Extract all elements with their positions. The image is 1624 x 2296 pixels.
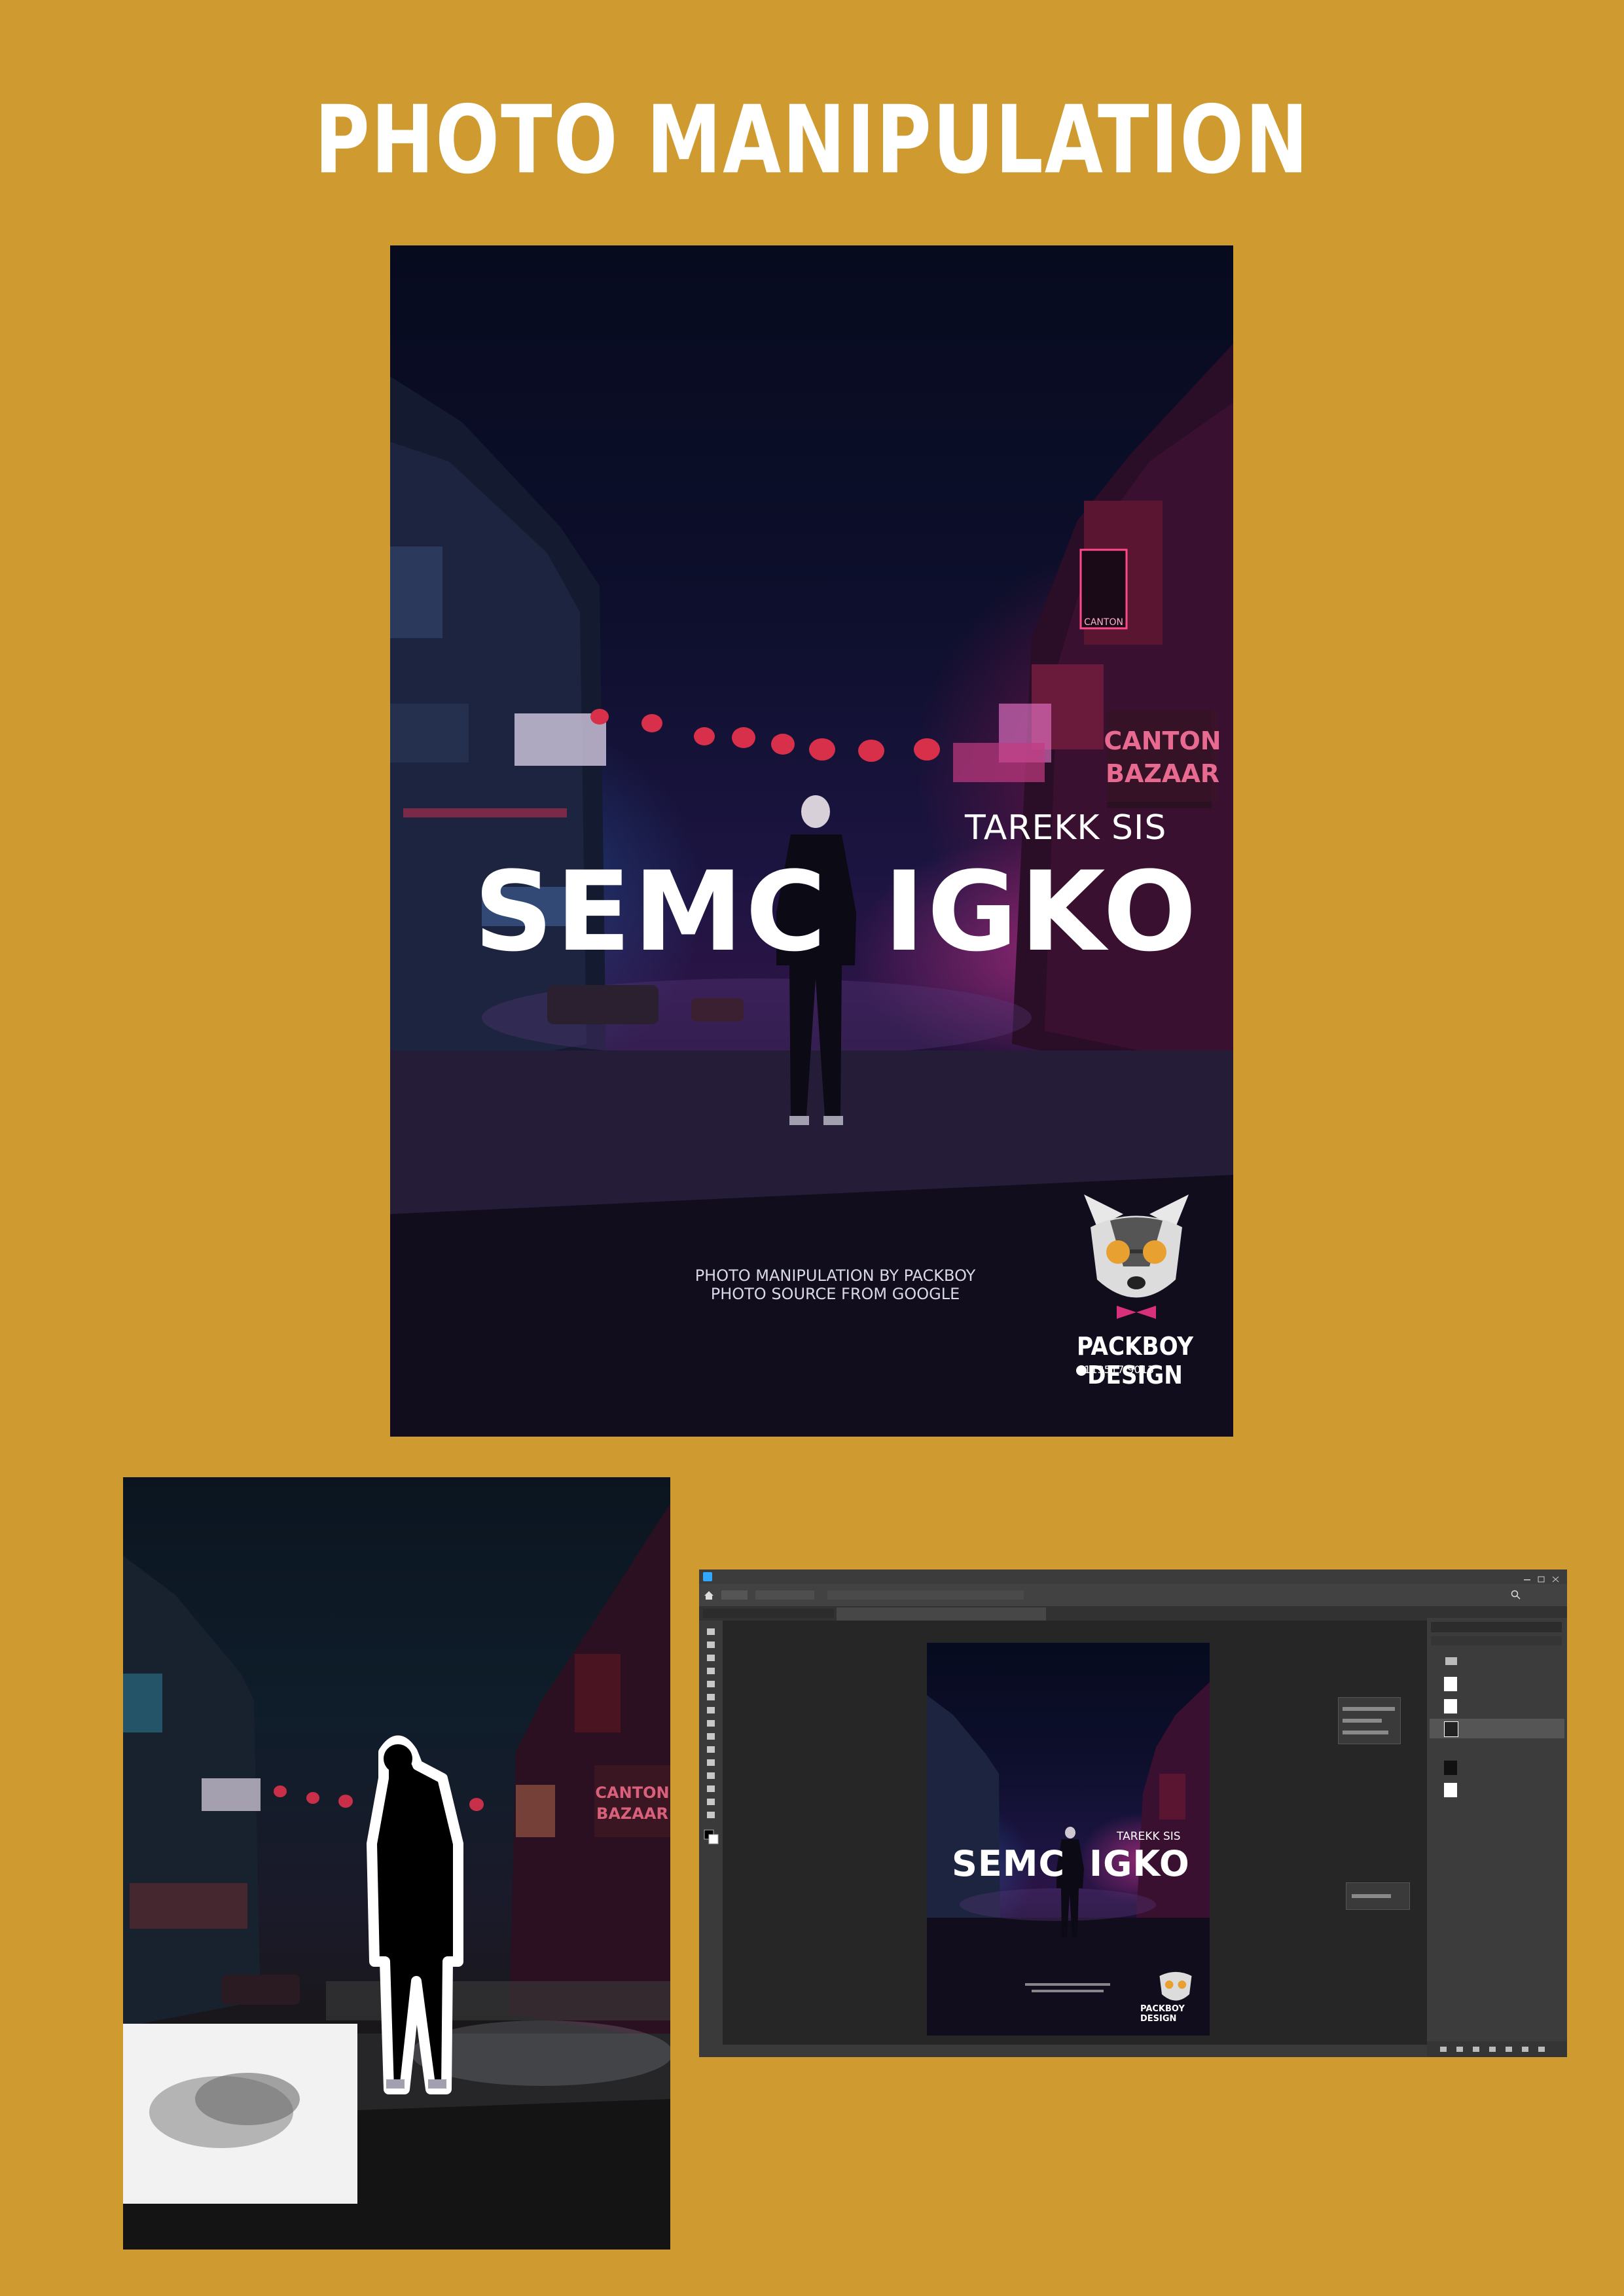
poster-title-left: SEMC [474, 848, 829, 976]
bazaar-sign: BAZAAR [1106, 759, 1219, 788]
poster-brand: PACKBOY DESIGN [1076, 1332, 1194, 1390]
ps-options-bar [699, 1584, 1567, 1606]
layer-row-1[interactable] [1430, 1674, 1564, 1694]
ps-layers-panel [1427, 1606, 1567, 2057]
poster-phone: 0113517 9013 [1077, 1363, 1155, 1376]
ps-glyph-panel[interactable] [1346, 1882, 1410, 1910]
layer-row-3[interactable] [1430, 1758, 1564, 1778]
tool-options[interactable] [827, 1590, 1024, 1600]
process-canton-sign: CANTON [595, 1784, 669, 1802]
ps-app-icon [703, 1572, 712, 1581]
layer-actions-bar[interactable] [1427, 2041, 1567, 2057]
layer-thumbnail [1444, 1761, 1457, 1775]
tab-inactive[interactable] [703, 1609, 834, 1618]
layer-row-group[interactable] [1430, 1652, 1564, 1672]
page-title: PHOTO MANIPULATION [314, 86, 1310, 195]
layer-filter-bar[interactable] [1431, 1622, 1562, 1632]
layer-blend-opacity[interactable] [1431, 1636, 1562, 1645]
panel-row-3[interactable] [1343, 1731, 1388, 1734]
panel-row-4[interactable] [1352, 1894, 1391, 1898]
folder-icon [1445, 1657, 1457, 1665]
layer-thumbnail [1444, 1677, 1457, 1691]
window-controls-icon[interactable] [1523, 1573, 1562, 1583]
panel-row-1[interactable] [1343, 1707, 1395, 1711]
layer-row-background[interactable] [1430, 1780, 1564, 1800]
poster-author: TAREKK SIS [965, 808, 1167, 848]
search-icon[interactable] [1511, 1590, 1521, 1600]
tools-icon[interactable] [699, 1621, 723, 2045]
ps-toolbar [699, 1621, 723, 2045]
ps-menubar [699, 1570, 1567, 1584]
layer-thumbnail [1444, 1699, 1457, 1713]
ps-document-canvas[interactable]: TAREKK SIS SEMC IGKO PACKBOY DESIGN [927, 1643, 1210, 2036]
home-icon[interactable] [703, 1589, 715, 1601]
photoshop-screenshot: TAREKK SIS SEMC IGKO PACKBOY DESIGN [699, 1570, 1567, 2057]
layer-row-selected[interactable] [1430, 1719, 1564, 1738]
canton-sign: CANTON [1104, 726, 1221, 755]
process-person-cutout [367, 1735, 463, 2094]
poster-credit-line-2: PHOTO SOURCE FROM GOOGLE [710, 1285, 960, 1303]
poster-credit-line-1: PHOTO MANIPULATION BY PACKBOY [695, 1266, 976, 1285]
ps-doc-author: TAREKK SIS [1117, 1830, 1181, 1843]
process-bazaar-sign: BAZAAR [596, 1804, 668, 1823]
layer-thumbnail [1444, 1783, 1457, 1797]
ps-properties-panel[interactable] [1338, 1697, 1401, 1744]
process-composite: CANTON BAZAAR [123, 1477, 670, 2250]
ps-doc-title-left: SEMC [952, 1843, 1066, 1884]
ps-document-tabs [699, 1606, 1427, 1621]
poster-title-right: IGKO [884, 848, 1199, 976]
layer-thumbnail [1444, 1721, 1458, 1737]
ps-doc-brand: PACKBOY DESIGN [1140, 2004, 1185, 2024]
ps-statusbar [699, 2045, 1427, 2057]
tab-active[interactable] [837, 1607, 1046, 1621]
canton-sign-small: CANTON [1084, 617, 1123, 628]
panel-row-2[interactable] [1343, 1719, 1382, 1723]
layer-actions-icons[interactable] [1427, 2041, 1567, 2057]
layer-row-2[interactable] [1430, 1696, 1564, 1716]
poster-credit: PHOTO MANIPULATION BY PACKBOY PHOTO SOUR… [665, 1266, 1005, 1303]
tool-preset-picker[interactable] [721, 1590, 748, 1600]
selection-mode-buttons[interactable] [755, 1590, 814, 1600]
layers-panel-tabs[interactable] [1427, 1606, 1567, 1618]
process-scene: CANTON BAZAAR [123, 1503, 670, 2250]
ps-doc-title-right: IGKO [1089, 1843, 1190, 1884]
main-poster: CANTON CANTON BAZAAR TAREKK SIS SEMC IGK… [390, 245, 1233, 1437]
